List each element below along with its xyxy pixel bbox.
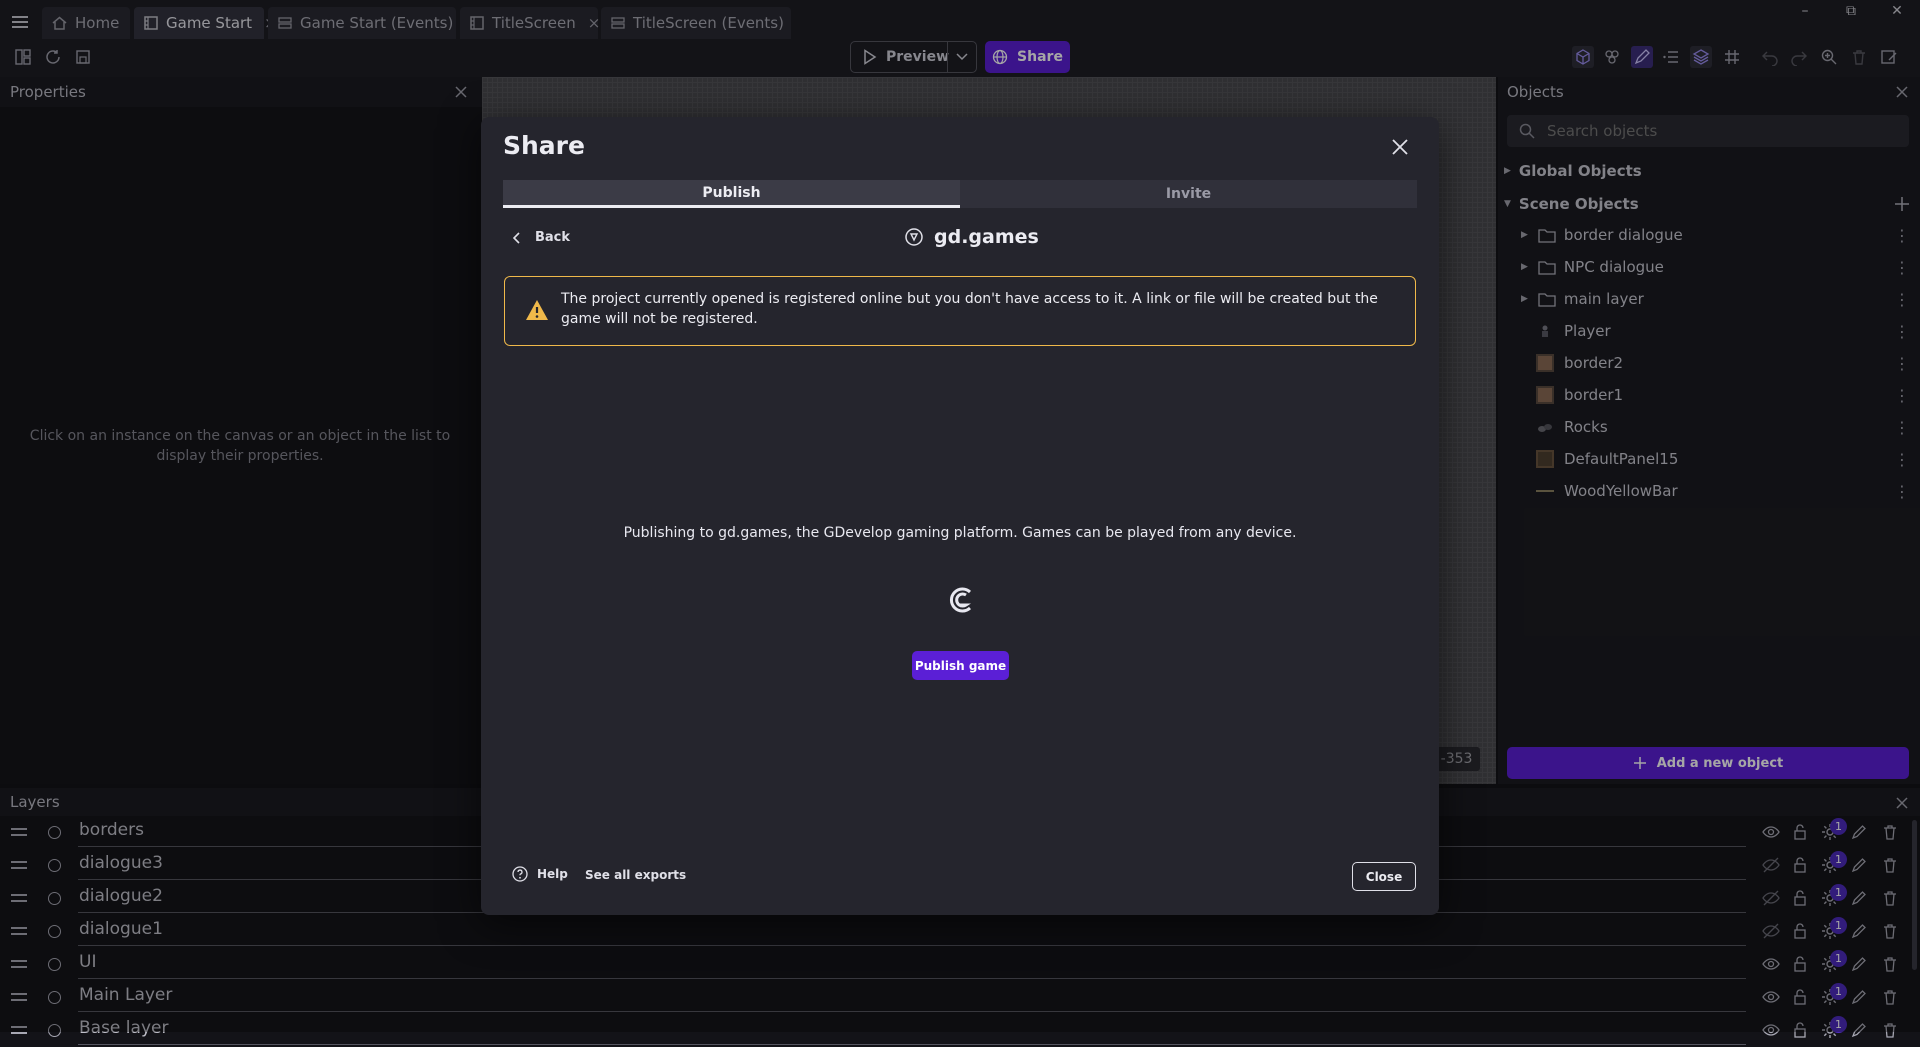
back-button[interactable]: Back xyxy=(513,230,570,245)
help-icon xyxy=(512,866,528,882)
publish-game-button[interactable]: Publish game xyxy=(912,651,1009,680)
warning-text: The project currently opened is register… xyxy=(561,291,1378,327)
platform-name: gd.games xyxy=(934,226,1039,248)
tab-invite[interactable]: Invite xyxy=(960,180,1417,208)
share-dialog: Share Publish Invite Back gd.games The p… xyxy=(481,117,1439,915)
dialog-close-icon[interactable] xyxy=(1392,139,1408,155)
close-label: Close xyxy=(1365,869,1403,884)
tab-publish[interactable]: Publish xyxy=(503,180,960,208)
gd-games-logo-icon xyxy=(904,227,924,247)
back-label: Back xyxy=(535,230,571,245)
see-all-exports-button[interactable]: See all exports xyxy=(585,868,686,882)
tab-label: Invite xyxy=(1165,186,1212,202)
close-button[interactable]: Close xyxy=(1352,862,1416,891)
dialog-title: Share xyxy=(503,131,585,160)
tab-label: Publish xyxy=(702,184,761,201)
platform-header: gd.games xyxy=(904,226,1039,248)
warning-alert: The project currently opened is register… xyxy=(504,276,1416,346)
publish-label: Publish game xyxy=(914,658,1007,673)
warning-icon xyxy=(525,299,549,321)
help-button[interactable]: Help xyxy=(512,866,568,882)
gdevelop-logo-icon xyxy=(944,582,976,618)
chevron-left-icon xyxy=(513,231,521,244)
help-label: Help xyxy=(537,867,568,881)
publish-description: Publishing to gd.games, the GDevelop gam… xyxy=(623,525,1297,541)
layer-underline xyxy=(78,1044,1746,1045)
